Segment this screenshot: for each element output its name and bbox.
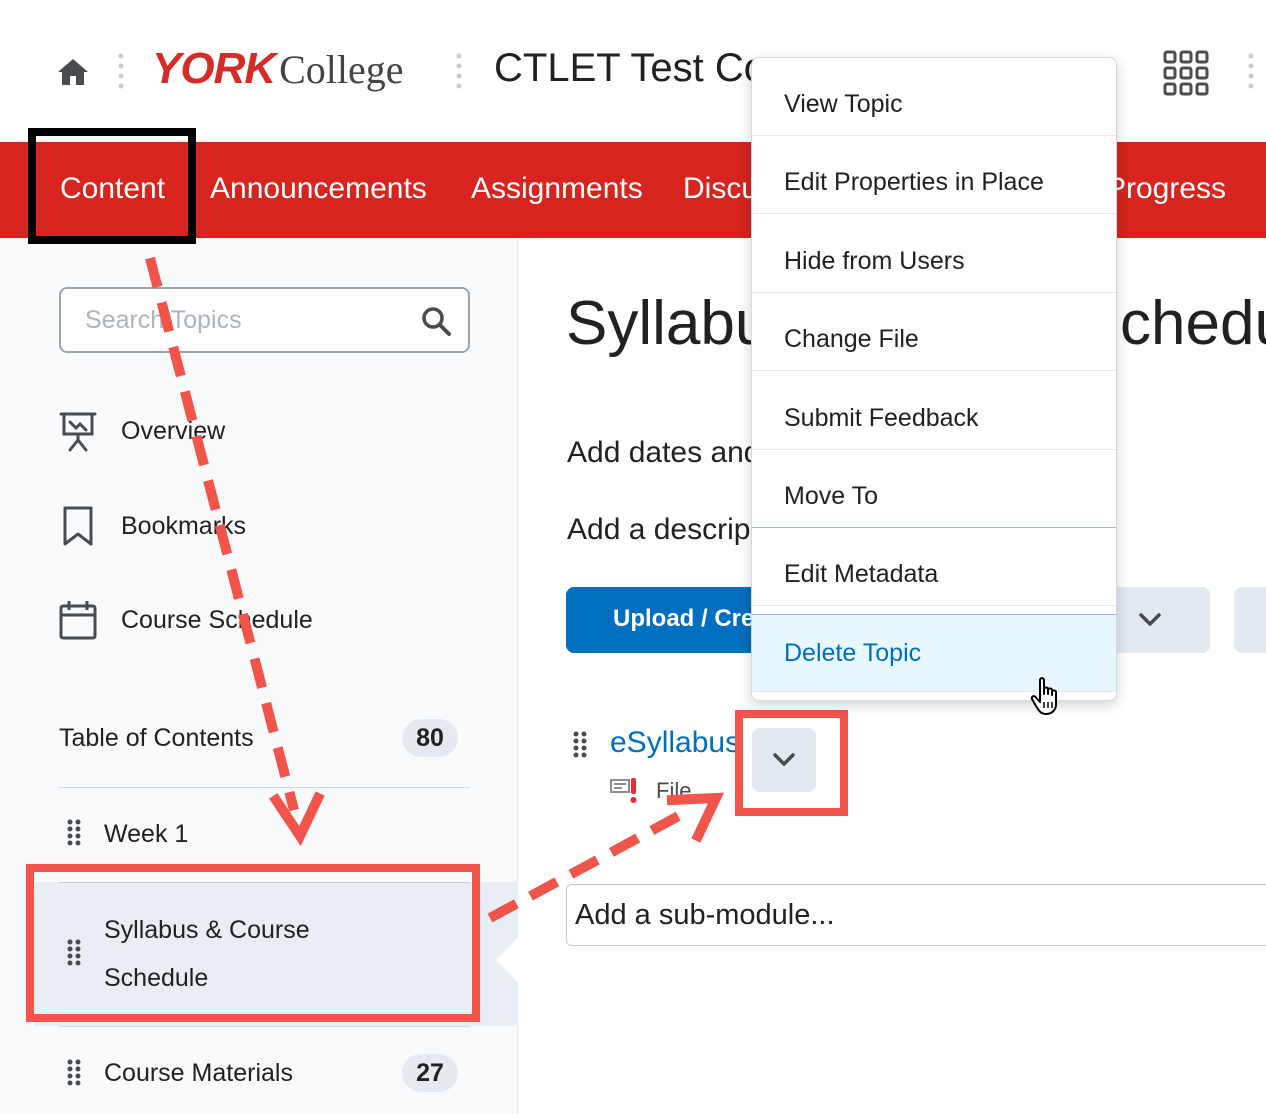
upload-create-button[interactable]: Upload / Crea — [566, 587, 768, 653]
add-submodule-label: Add a sub-module... — [575, 899, 835, 931]
vertical-separator-icon — [118, 53, 124, 89]
sidebar-item-label: Overview — [121, 416, 226, 445]
search-topics-input[interactable]: Search Topics — [59, 287, 470, 353]
file-warning-icon — [610, 778, 637, 803]
sidebar-item-bookmarks[interactable]: Bookmarks — [58, 505, 246, 547]
menu-item-submit-feedback[interactable]: Submit Feedback — [752, 372, 1116, 450]
menu-item-edit-metadata[interactable]: Edit Metadata — [752, 528, 1116, 606]
divider — [59, 1026, 470, 1027]
search-placeholder: Search Topics — [85, 306, 242, 334]
vertical-separator-icon — [456, 53, 462, 89]
selection-notch — [496, 938, 518, 982]
toc-count-badge: 80 — [402, 719, 458, 757]
esyllabus-topic-link[interactable]: eSyllabus — [610, 726, 740, 760]
logo-college-text: College — [279, 47, 404, 92]
upload-create-label: Upload / Crea — [613, 605, 768, 632]
module-course-materials[interactable]: Course Materials — [104, 1049, 293, 1097]
menu-item-change-file[interactable]: Change File — [752, 293, 1116, 371]
menu-item-label: Change File — [784, 325, 919, 353]
menu-item-view-topic[interactable]: View Topic — [752, 58, 1116, 136]
drag-handle-icon[interactable] — [66, 818, 82, 846]
menu-item-label: View Topic — [784, 90, 903, 118]
menu-item-label: Submit Feedback — [784, 404, 979, 432]
home-icon[interactable] — [56, 56, 90, 88]
drag-handle-icon[interactable] — [572, 730, 588, 758]
presentation-board-icon — [59, 412, 97, 452]
hand-pointer-cursor-icon — [1030, 677, 1057, 715]
york-college-logo[interactable]: YORK College — [152, 44, 404, 94]
topic-actions-menu: View Topic Edit Properties in Place Hide… — [751, 57, 1117, 701]
waffle-menu-icon[interactable] — [1163, 50, 1209, 96]
content-highlight-box — [28, 128, 196, 244]
sidebar-item-course-schedule[interactable]: Course Schedule — [58, 599, 313, 641]
drag-handle-icon[interactable] — [66, 1058, 82, 1086]
app-window: YORK College CTLET Test Co Content Annou… — [0, 0, 1266, 1114]
nav-announcements[interactable]: Announcements — [210, 172, 427, 206]
menu-item-edit-properties[interactable]: Edit Properties in Place — [752, 136, 1116, 214]
nav-progress[interactable]: Progress — [1106, 172, 1226, 206]
add-dates-link[interactable]: Add dates and — [567, 436, 761, 470]
menu-item-label: Move To — [784, 482, 879, 510]
sidebar-item-overview[interactable]: Overview — [58, 410, 225, 452]
page-title: Syllabu — [566, 289, 770, 358]
menu-item-move-to[interactable]: Move To — [752, 450, 1116, 528]
bookmark-icon — [63, 506, 93, 546]
menu-item-label: Hide from Users — [784, 247, 965, 275]
secondary-button[interactable] — [1234, 587, 1266, 653]
topic-type-label: File — [656, 778, 692, 803]
page-title-continued: chedu — [1120, 289, 1266, 358]
sidebar-item-label: Course Schedule — [121, 605, 313, 634]
syllabus-module-highlight-box — [26, 864, 480, 1022]
chevron-down-icon — [1139, 613, 1161, 626]
vertical-separator-icon — [1248, 53, 1254, 89]
menu-item-label: Delete Topic — [784, 639, 922, 667]
calendar-icon — [59, 601, 97, 640]
table-of-contents-title[interactable]: Table of Contents — [59, 724, 254, 753]
search-icon[interactable] — [420, 305, 452, 337]
add-description-link[interactable]: Add a descrip — [567, 513, 750, 547]
logo-york-text: YORK — [152, 44, 276, 93]
dropdown-button-highlight-box — [735, 710, 848, 816]
sidebar-item-label: Bookmarks — [121, 511, 247, 540]
module-week-1[interactable]: Week 1 — [104, 810, 188, 858]
add-submodule-field[interactable]: Add a sub-module... — [566, 884, 1266, 946]
nav-assignments[interactable]: Assignments — [471, 172, 643, 206]
nav-discussions[interactable]: Discu — [683, 172, 758, 206]
divider — [59, 787, 470, 788]
menu-item-hide-from-users[interactable]: Hide from Users — [752, 215, 1116, 293]
course-title[interactable]: CTLET Test Co — [494, 46, 766, 91]
menu-item-label: Edit Properties in Place — [784, 168, 1044, 196]
menu-item-label: Edit Metadata — [784, 560, 939, 588]
course-materials-count-badge: 27 — [402, 1054, 458, 1092]
